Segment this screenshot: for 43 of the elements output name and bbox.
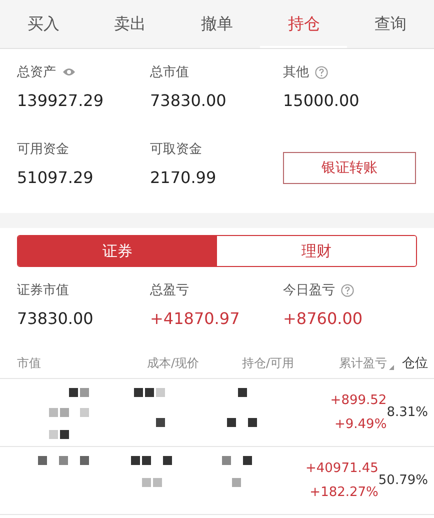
field-label: 可用资金 [17, 141, 69, 158]
field-label: 总市值 [150, 64, 189, 81]
pixelated-text [222, 456, 252, 486]
position-percent: 50.79% [378, 473, 428, 488]
help-icon[interactable] [341, 284, 354, 296]
field-label: 可取资金 [150, 141, 202, 158]
field-label: 证券市值 [17, 282, 69, 299]
pixelated-text [134, 388, 165, 426]
field-value: +8760.00 [283, 309, 364, 328]
eye-icon[interactable] [62, 67, 76, 77]
position-percent: 8.31% [386, 405, 428, 420]
column-header[interactable]: 仓位 [402, 354, 428, 372]
field-value: 73830.00 [150, 91, 228, 110]
column-header[interactable]: 市值 [17, 354, 41, 372]
profit-amount: +40971.45 [305, 461, 378, 476]
tab[interactable]: 查询 [347, 0, 434, 48]
field-value: +41870.97 [150, 309, 241, 328]
pixelated-text [130, 456, 172, 486]
column-header[interactable]: 成本/现价 [146, 354, 200, 372]
pixelated-text [227, 388, 258, 426]
field-value: 15000.00 [283, 91, 360, 110]
column-header[interactable]: 持仓/可用 [242, 354, 294, 372]
pixelated-text [38, 456, 89, 464]
sort-icon [389, 364, 394, 370]
field-value: 139927.29 [17, 91, 105, 110]
pixelated-text [49, 388, 89, 438]
tab[interactable]: 买入 [0, 0, 87, 48]
help-icon[interactable] [315, 66, 328, 78]
field-value: 51097.29 [17, 168, 94, 187]
profit-amount: +899.52 [330, 393, 387, 408]
tab[interactable]: 卖出 [86, 0, 174, 48]
tab[interactable]: 撤单 [174, 0, 260, 48]
profit-percent: +9.49% [334, 417, 387, 432]
profit-percent: +182.27% [310, 485, 378, 500]
field-label: 今日盈亏 [283, 282, 335, 299]
field-label: 其他 [283, 64, 309, 81]
field-label: 总资产 [17, 64, 56, 81]
field-value: 73830.00 [17, 309, 94, 328]
field-value: 2170.99 [150, 168, 218, 187]
column-header[interactable]: 累计盈亏 [339, 354, 394, 372]
transfer-button[interactable]: 银证转账 [283, 152, 416, 184]
segment-tab[interactable]: 证券 [18, 236, 217, 266]
field-label: 总盈亏 [150, 282, 189, 299]
